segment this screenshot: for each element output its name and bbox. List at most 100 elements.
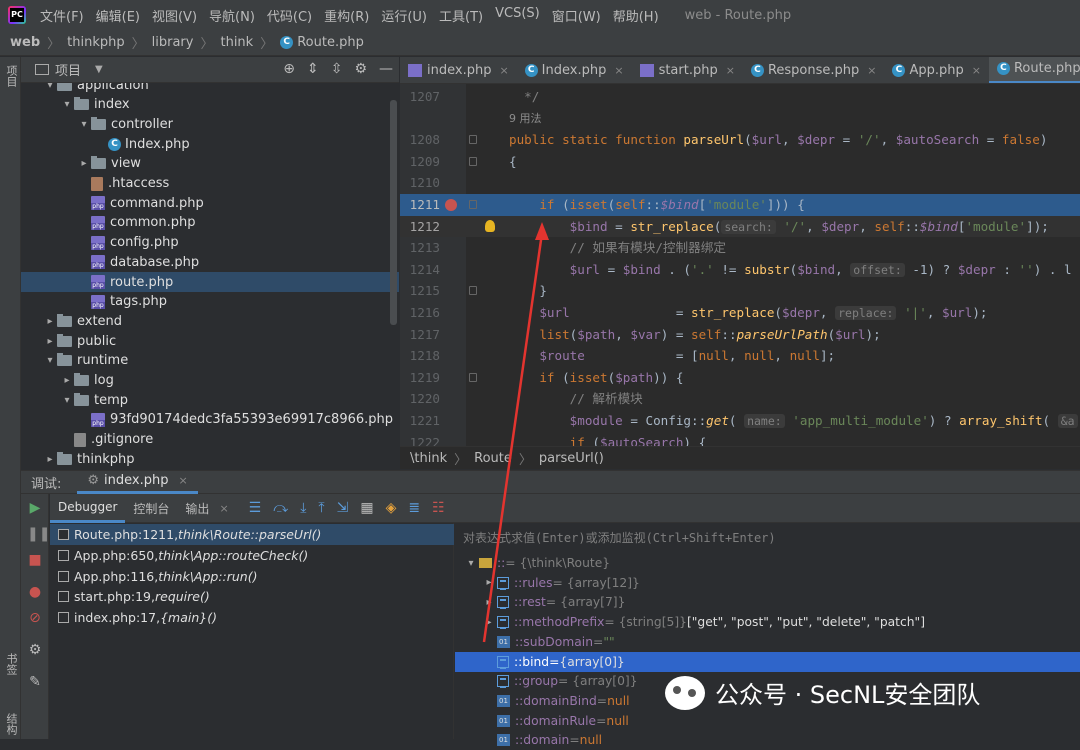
menu-item[interactable]: 编辑(E) <box>96 6 140 25</box>
chevron-down-icon[interactable]: ▾ <box>43 355 57 366</box>
php-settings-icon[interactable]: ◈ <box>386 500 397 516</box>
tab-console[interactable]: 控制台 <box>125 494 177 523</box>
locate-icon[interactable]: ⊕ <box>283 61 295 77</box>
run-to-cursor-icon[interactable]: ⇲ <box>337 500 349 516</box>
tab-debugger[interactable]: Debugger <box>50 494 126 523</box>
add-watch-icon[interactable]: ☷ <box>432 500 445 516</box>
mute-breakpoints-icon[interactable]: ⊘ <box>27 610 43 626</box>
tree-item[interactable]: command.php <box>21 193 399 213</box>
menu-item[interactable]: 帮助(H) <box>613 6 659 25</box>
chevron-right-icon[interactable]: ▸ <box>481 577 497 588</box>
variable-row[interactable]: ▸::methodPrefix = {string[5]} ["get", "p… <box>455 612 1080 632</box>
pause-icon[interactable]: ❚❚ <box>27 526 50 542</box>
editor-tab[interactable]: CRoute.php× <box>988 57 1080 83</box>
menu-item[interactable]: 代码(C) <box>267 6 312 25</box>
menu-item[interactable]: 文件(F) <box>40 6 84 25</box>
menu-item[interactable]: 工具(T) <box>439 6 483 25</box>
chevron-right-icon[interactable]: ▸ <box>60 375 74 386</box>
editor-breadcrumb-item[interactable]: Route <box>474 451 512 466</box>
stack-frame[interactable]: Route.php:1211, think\Route::parseUrl() <box>50 524 454 545</box>
fold-marker-icon[interactable] <box>469 286 477 296</box>
breadcrumb-item[interactable]: library <box>152 35 194 50</box>
editor-breadcrumb-item[interactable]: \think <box>410 451 447 466</box>
variable-row[interactable]: ▾:: = {\think\Route} <box>455 553 1080 573</box>
editor-tab[interactable]: C Response.php × <box>743 57 885 83</box>
minimize-icon[interactable]: — <box>379 61 393 77</box>
tree-item[interactable]: ▾ controller <box>21 114 399 134</box>
structure-tool-button[interactable]: 结构 <box>2 713 19 735</box>
breadcrumb-item[interactable]: web <box>10 35 40 50</box>
code-editor[interactable]: 1207 */ 9 用法 1208 public static function pa… <box>400 84 1080 446</box>
chevron-down-icon[interactable]: ▾ <box>60 395 74 406</box>
tree-item[interactable]: ▸ log <box>21 371 399 391</box>
chevron-right-icon[interactable]: ▸ <box>77 158 91 169</box>
fold-marker-icon[interactable] <box>469 372 477 382</box>
chevron-down-icon[interactable]: ▾ <box>60 99 74 110</box>
resume-icon[interactable]: ▶ <box>27 500 43 516</box>
menu-item[interactable]: 运行(U) <box>381 6 427 25</box>
debug-session-tab[interactable]: ⚙ index.php × <box>77 470 198 494</box>
variable-row[interactable]: 01::subDomain = "" <box>455 632 1080 652</box>
stack-frame[interactable]: App.php:650, think\App::routeCheck() <box>50 545 454 566</box>
menu-item[interactable]: 视图(V) <box>152 6 197 25</box>
expand-all-icon[interactable]: ⇕ <box>307 61 319 77</box>
editor-tab[interactable]: start.php × <box>632 57 743 83</box>
close-icon[interactable]: × <box>499 64 508 77</box>
close-icon[interactable]: × <box>972 64 981 77</box>
tree-item[interactable]: ▾ runtime <box>21 351 399 371</box>
editor-tab[interactable]: C App.php × <box>884 57 989 83</box>
variable-row[interactable]: ::bind = {array[0]} <box>455 651 1080 672</box>
close-icon[interactable]: × <box>179 474 188 487</box>
intention-bulb-icon[interactable] <box>485 219 495 232</box>
breadcrumb-item[interactable]: Route.php <box>297 35 364 50</box>
tree-item[interactable]: ▾ application <box>21 83 399 95</box>
tree-item[interactable]: ▾ temp <box>21 390 399 410</box>
menu-item[interactable]: VCS(S) <box>495 6 540 25</box>
evaluate-expression-input[interactable]: 对表达式求值(Enter)或添加监视(Ctrl+Shift+Enter) <box>463 529 776 546</box>
breadcrumb-item[interactable]: think <box>220 35 253 50</box>
menu-item[interactable]: 窗口(W) <box>552 6 601 25</box>
close-icon[interactable]: × <box>219 502 228 515</box>
chevron-right-icon[interactable]: ▸ <box>43 454 57 465</box>
chevron-down-icon[interactable]: ▼ <box>95 64 103 75</box>
variable-row[interactable]: 01::domain = null <box>455 730 1080 750</box>
tree-item[interactable]: 93fd90174dedc3fa55393e69917c8966.php <box>21 410 399 430</box>
tree-item[interactable]: route.php <box>21 272 399 292</box>
tree-item[interactable]: database.php <box>21 252 399 272</box>
chevron-right-icon[interactable]: ▸ <box>481 597 497 608</box>
fold-marker-icon[interactable] <box>469 200 477 209</box>
gear-icon[interactable]: ⚙ <box>354 61 367 77</box>
project-panel-title[interactable]: 项目 <box>55 60 81 79</box>
chevron-down-icon[interactable]: ▾ <box>463 558 479 569</box>
bookmarks-tool-button[interactable]: 书签 <box>2 653 19 675</box>
chevron-right-icon[interactable]: ▸ <box>43 336 57 347</box>
close-icon[interactable]: × <box>867 64 876 77</box>
view-breakpoints-icon[interactable]: ● <box>27 584 43 600</box>
tab-output[interactable]: 输出 × <box>177 494 236 523</box>
close-icon[interactable]: × <box>614 64 623 77</box>
editor-breadcrumb-item[interactable]: parseUrl() <box>539 451 604 466</box>
tree-item[interactable]: config.php <box>21 233 399 253</box>
tree-scrollbar[interactable] <box>390 100 397 325</box>
variable-row[interactable]: ▸::rules = {array[12]} <box>455 573 1080 593</box>
tree-item[interactable]: ▾ index <box>21 95 399 115</box>
variable-row[interactable]: ▸::rest = {array[7]} <box>455 592 1080 612</box>
tree-item[interactable]: .gitignore <box>21 430 399 450</box>
step-out-icon[interactable]: ⤒ <box>318 500 324 516</box>
close-icon[interactable]: × <box>726 64 735 77</box>
menu-item[interactable]: 重构(R) <box>324 6 369 25</box>
chevron-right-icon[interactable]: ▸ <box>481 617 497 628</box>
chevron-down-icon[interactable]: ▾ <box>77 119 91 130</box>
layout-icon[interactable]: ☰ <box>249 500 262 516</box>
collapse-all-icon[interactable]: ⇳ <box>331 61 343 77</box>
stack-frame[interactable]: index.php:17, {main}() <box>50 607 454 628</box>
frames-icon[interactable]: ≣ <box>408 500 420 516</box>
tree-item[interactable]: ▸ view <box>21 154 399 174</box>
stack-frame[interactable]: start.php:19, require() <box>50 586 454 607</box>
gear-icon[interactable]: ⚙ <box>27 642 43 658</box>
tree-item[interactable]: ▸ extend <box>21 311 399 331</box>
breakpoint-icon[interactable] <box>445 199 457 211</box>
project-tool-button[interactable]: 项目 <box>2 65 19 87</box>
menu-item[interactable]: 导航(N) <box>209 6 255 25</box>
tree-item[interactable]: .htaccess <box>21 174 399 194</box>
